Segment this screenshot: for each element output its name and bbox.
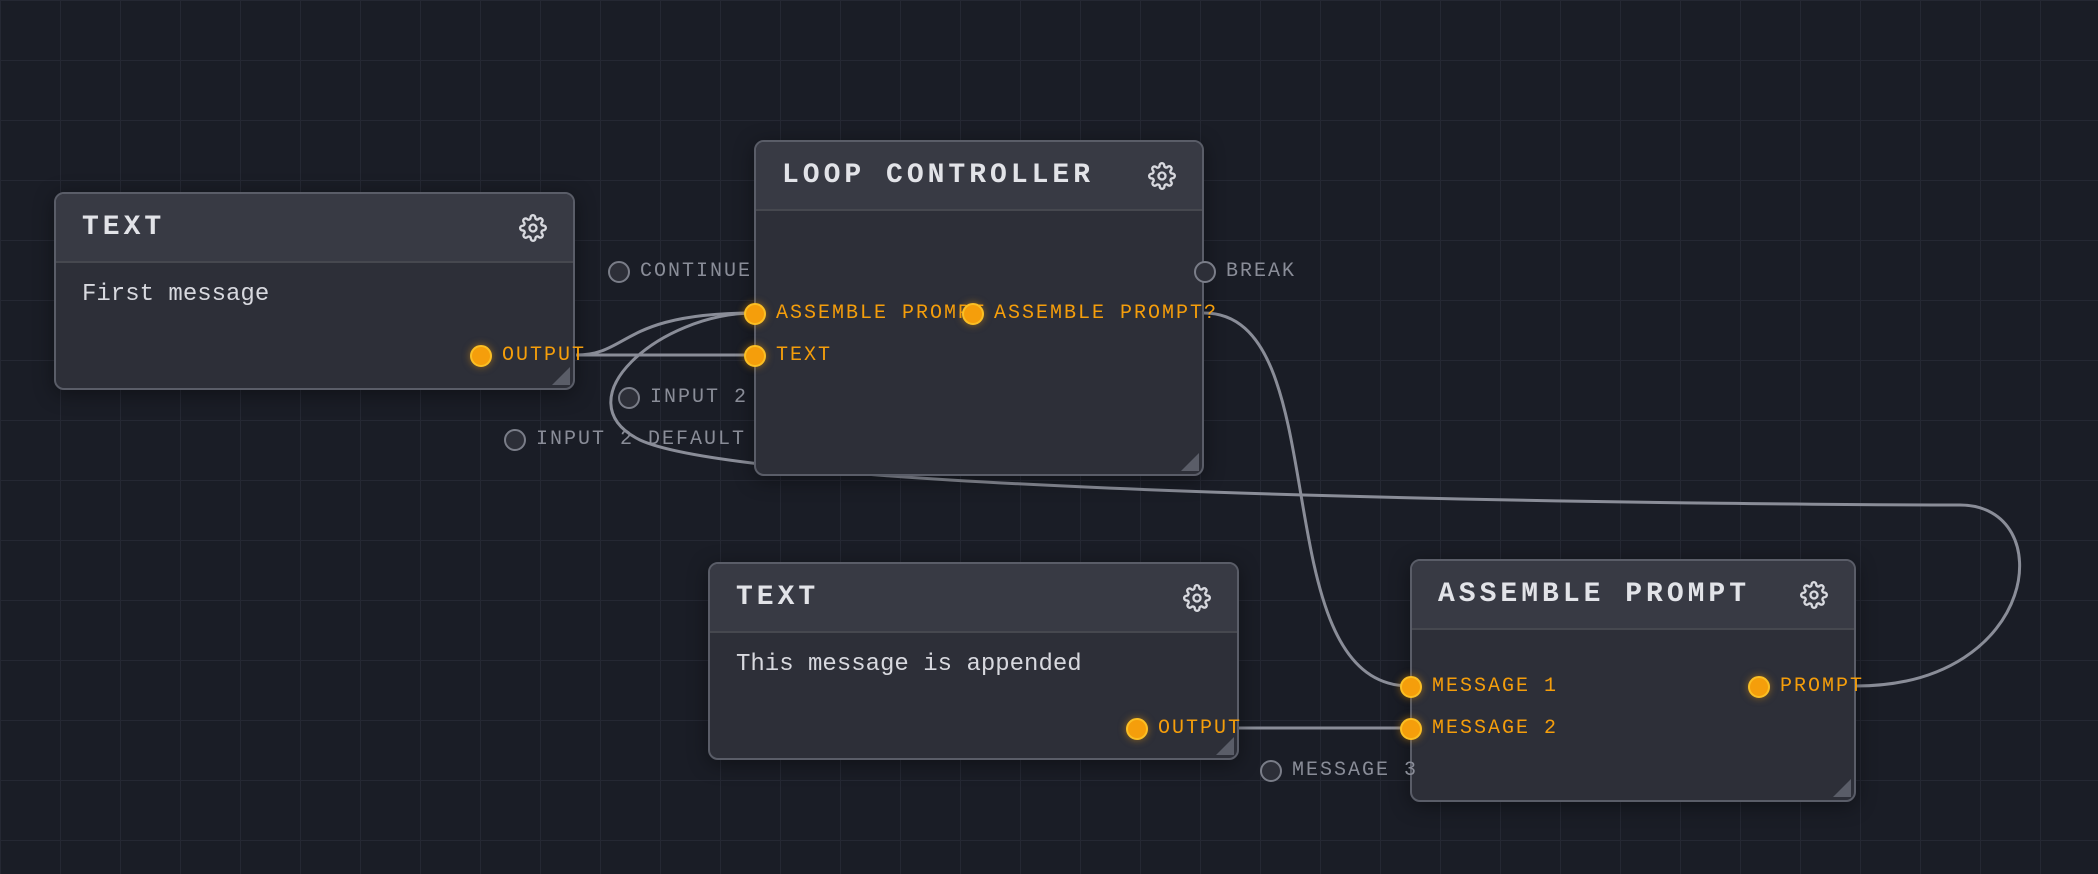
gear-icon[interactable] — [1800, 581, 1828, 609]
port-dot-icon[interactable] — [744, 345, 766, 367]
node-header: TEXT — [710, 564, 1237, 633]
port-loop-input2-default[interactable]: INPUT 2 DEFAULT — [504, 428, 746, 451]
port-loop-continue[interactable]: CONTINUE — [608, 260, 752, 283]
gear-icon[interactable] — [1148, 162, 1176, 190]
port-dot-icon[interactable] — [618, 387, 640, 409]
node-content — [1412, 630, 1854, 680]
resize-handle-icon[interactable] — [1833, 779, 1851, 797]
resize-handle-icon[interactable] — [1181, 453, 1199, 471]
port-dot-icon[interactable] — [608, 261, 630, 283]
node-header: TEXT — [56, 194, 573, 263]
port-label: BREAK — [1226, 260, 1296, 283]
port-label: INPUT 2 DEFAULT — [536, 428, 746, 451]
port-dot-icon[interactable] — [1260, 760, 1282, 782]
node-header: LOOP CONTROLLER — [756, 142, 1202, 211]
node-title: TEXT — [82, 212, 165, 243]
port-loop-assemble-prompt-out[interactable]: ASSEMBLE PROMPT? — [962, 302, 1218, 325]
port-dot-icon[interactable] — [1126, 718, 1148, 740]
port-assemble-prompt-out[interactable]: PROMPT — [1748, 675, 1864, 698]
port-text2-output[interactable]: OUTPUT — [1126, 717, 1242, 740]
port-label: PROMPT — [1780, 675, 1864, 698]
port-dot-icon[interactable] — [1400, 718, 1422, 740]
port-loop-assemble-prompt[interactable]: ASSEMBLE PROMPT — [744, 302, 986, 325]
port-label: TEXT — [776, 344, 832, 367]
port-label: ASSEMBLE PROMPT — [776, 302, 986, 325]
port-loop-break[interactable]: BREAK — [1194, 260, 1296, 283]
port-dot-icon[interactable] — [470, 345, 492, 367]
port-label: MESSAGE 2 — [1432, 717, 1558, 740]
node-header: ASSEMBLE PROMPT — [1412, 561, 1854, 630]
port-dot-icon[interactable] — [1748, 676, 1770, 698]
port-assemble-message1[interactable]: MESSAGE 1 — [1400, 675, 1558, 698]
port-dot-icon[interactable] — [962, 303, 984, 325]
gear-icon[interactable] — [519, 214, 547, 242]
port-assemble-message2[interactable]: MESSAGE 2 — [1400, 717, 1558, 740]
port-assemble-message3[interactable]: MESSAGE 3 — [1260, 759, 1418, 782]
port-dot-icon[interactable] — [744, 303, 766, 325]
port-dot-icon[interactable] — [504, 429, 526, 451]
node-content: This message is appended — [710, 633, 1237, 704]
port-dot-icon[interactable] — [1194, 261, 1216, 283]
port-loop-text[interactable]: TEXT — [744, 344, 832, 367]
port-label: MESSAGE 3 — [1292, 759, 1418, 782]
node-title: ASSEMBLE PROMPT — [1438, 579, 1750, 610]
node-content — [756, 211, 1202, 261]
port-label: ASSEMBLE PROMPT? — [994, 302, 1218, 325]
port-label: CONTINUE — [640, 260, 752, 283]
node-content: First message — [56, 263, 573, 334]
port-dot-icon[interactable] — [1400, 676, 1422, 698]
resize-handle-icon[interactable] — [552, 367, 570, 385]
port-loop-input2[interactable]: INPUT 2 — [618, 386, 748, 409]
port-text1-output[interactable]: OUTPUT — [470, 344, 586, 367]
port-label: OUTPUT — [1158, 717, 1242, 740]
port-label: OUTPUT — [502, 344, 586, 367]
node-title: LOOP CONTROLLER — [782, 160, 1094, 191]
gear-icon[interactable] — [1183, 584, 1211, 612]
port-label: MESSAGE 1 — [1432, 675, 1558, 698]
node-title: TEXT — [736, 582, 819, 613]
port-label: INPUT 2 — [650, 386, 748, 409]
